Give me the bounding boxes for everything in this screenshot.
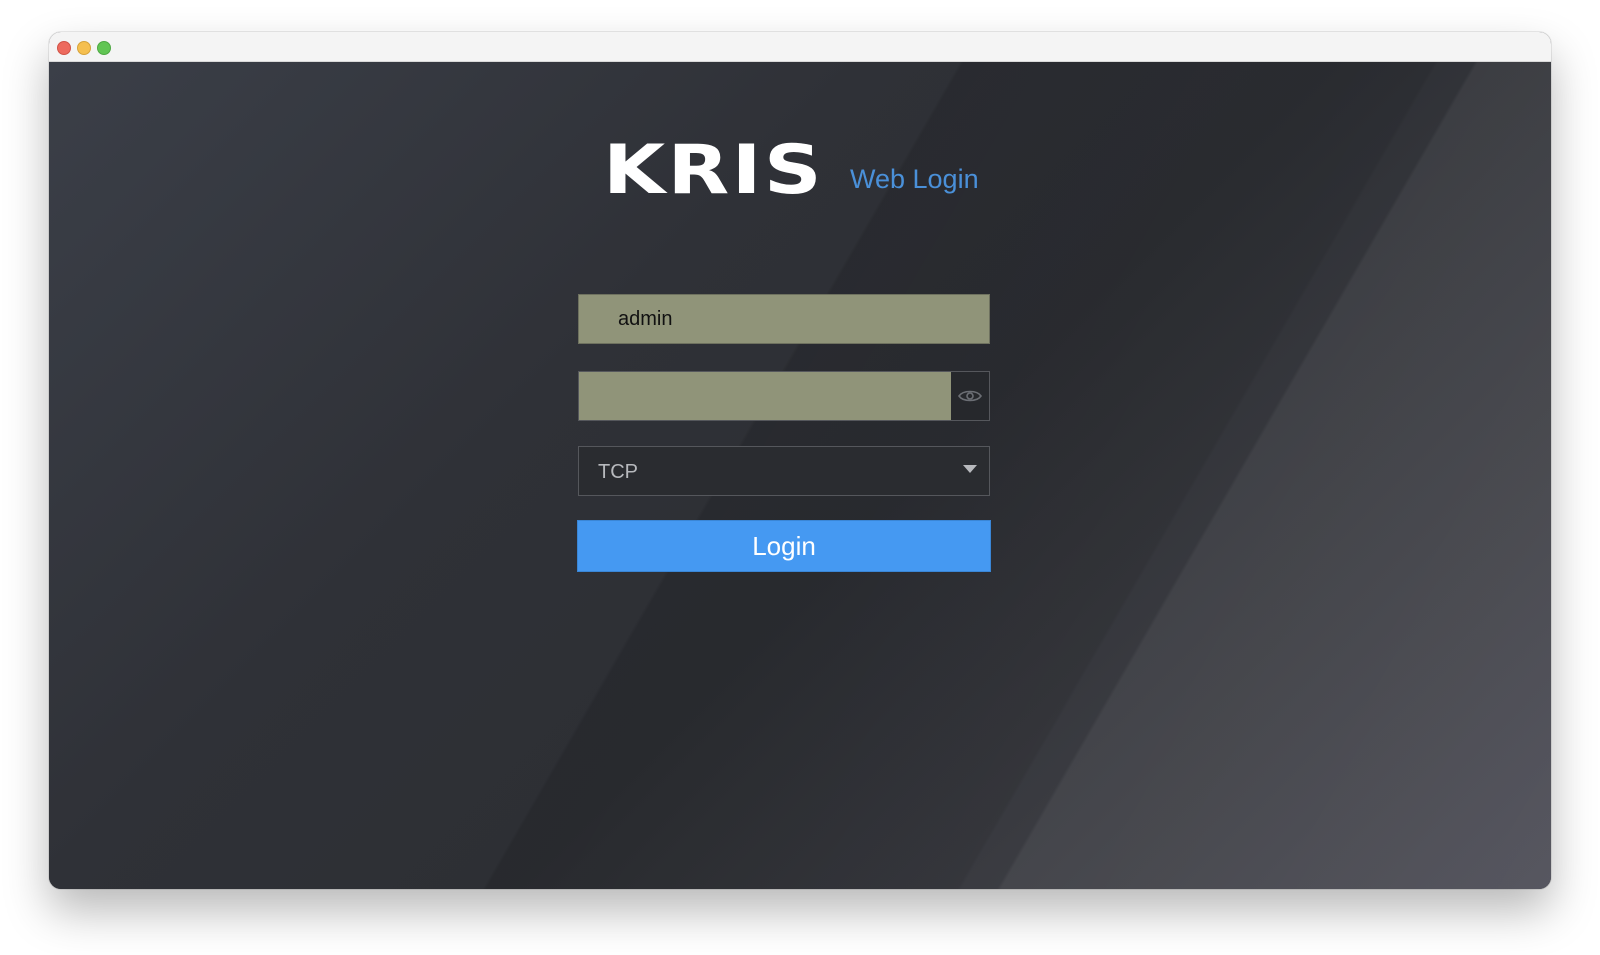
window-titlebar xyxy=(49,32,1551,62)
protocol-selected-value: TCP xyxy=(598,461,638,483)
page-subtitle: Web Login xyxy=(850,164,979,194)
show-password-toggle[interactable] xyxy=(951,372,989,420)
close-window-button[interactable] xyxy=(57,41,71,55)
browser-window: KRIS Web Login TCP Login xyxy=(49,32,1551,889)
protocol-select[interactable]: TCP xyxy=(578,446,990,496)
chevron-down-icon xyxy=(963,465,977,473)
brand-logo: KRIS xyxy=(603,131,825,210)
login-button[interactable]: Login xyxy=(577,520,991,572)
password-field[interactable] xyxy=(578,371,990,421)
password-input[interactable] xyxy=(579,372,951,420)
eye-icon xyxy=(958,390,982,402)
username-input[interactable] xyxy=(579,295,989,343)
login-page: KRIS Web Login TCP Login xyxy=(49,62,1551,889)
minimize-window-button[interactable] xyxy=(77,41,91,55)
maximize-window-button[interactable] xyxy=(97,41,111,55)
username-field[interactable] xyxy=(578,294,990,344)
